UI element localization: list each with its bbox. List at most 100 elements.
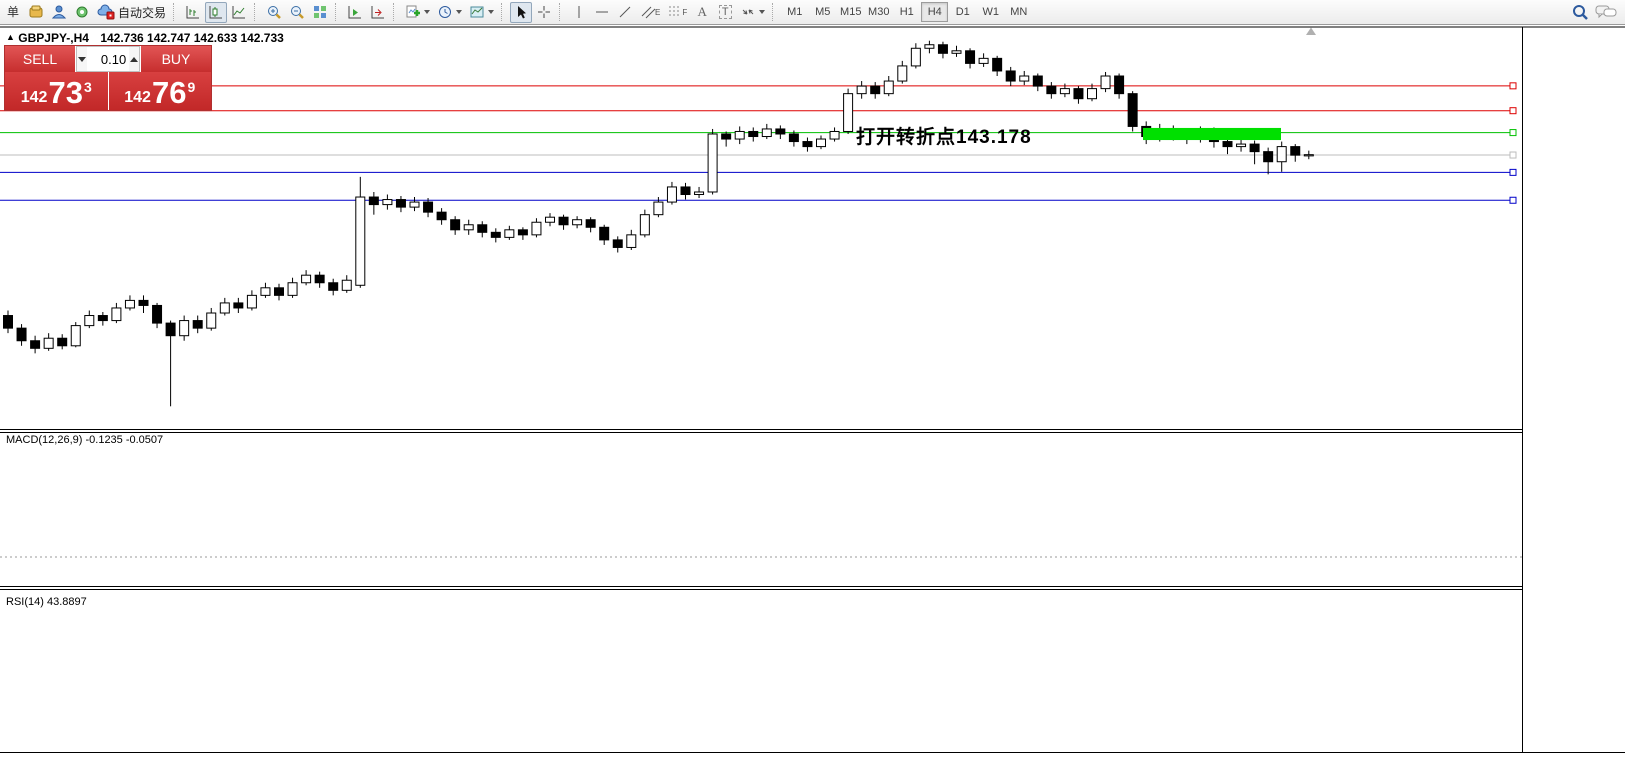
line-handle: [1510, 108, 1516, 114]
volume-increase-button[interactable]: [129, 47, 139, 71]
channel-sub-label: E: [655, 8, 660, 17]
tf-m5-button[interactable]: M5: [809, 2, 836, 22]
volume-input[interactable]: [87, 47, 129, 71]
auto-scroll-icon: [347, 4, 363, 20]
crosshair-tool-button[interactable]: [533, 2, 555, 23]
signals-icon: [74, 4, 90, 20]
buy-price-pip: 9: [187, 80, 195, 94]
vertical-line-tool[interactable]: [568, 2, 590, 23]
indicators-button[interactable]: [402, 2, 433, 23]
buy-price-button[interactable]: 142 76 9: [109, 72, 212, 110]
arrows-tool[interactable]: [737, 2, 768, 23]
symbol-marker-icon: ▲: [6, 32, 15, 42]
templates-icon: [469, 4, 485, 20]
auto-scroll-button[interactable]: [344, 2, 366, 23]
chart-annotation-text[interactable]: 打开转折点143.178: [856, 122, 1032, 149]
volume-decrease-button[interactable]: [77, 47, 87, 71]
sell-price-big: 73: [48, 77, 82, 108]
periods-button[interactable]: [434, 2, 465, 23]
highlight-zone: [1143, 128, 1281, 140]
journal-icon[interactable]: [25, 2, 47, 23]
tf-m30-button[interactable]: M30: [865, 2, 892, 22]
tile-windows-icon: [312, 4, 328, 20]
text-tool-icon: A: [698, 4, 707, 20]
line-handle: [1510, 169, 1516, 175]
dropdown-arrow-icon: [759, 10, 765, 14]
buy-button[interactable]: BUY: [141, 46, 211, 72]
zoom-out-button[interactable]: [286, 2, 308, 23]
toolbar-separator: [335, 3, 340, 21]
autotrading-cloud-icon: [97, 4, 115, 20]
macd-values: -0.1235 -0.0507: [85, 434, 163, 446]
chart-title: ▲ GBPJPY-,H4 142.736 142.747 142.633 142…: [6, 31, 284, 45]
fibonacci-tool[interactable]: F: [664, 2, 690, 23]
bar-chart-button[interactable]: [182, 2, 204, 23]
chart-shift-marker-icon: [1306, 28, 1316, 36]
sell-price-prefix: 142: [21, 90, 48, 106]
buy-price-big: 76: [152, 77, 186, 108]
toolbar-separator: [501, 3, 506, 21]
sell-button[interactable]: SELL: [5, 46, 75, 72]
text-tool[interactable]: A: [691, 2, 713, 23]
trendline-icon: [617, 4, 633, 20]
toolbar-separator: [173, 3, 178, 21]
zoom-in-button[interactable]: [263, 2, 285, 23]
line-chart-button[interactable]: [228, 2, 250, 23]
arrows-icon: [740, 4, 756, 20]
sell-price-button[interactable]: 142 73 3: [5, 72, 108, 110]
journal-icon: [28, 4, 44, 20]
horizontal-line-tool[interactable]: [591, 2, 613, 23]
tf-h4-button[interactable]: H4: [921, 2, 948, 22]
clock-icon: [437, 4, 453, 20]
zoom-in-icon: [266, 4, 282, 20]
chart-canvas[interactable]: [0, 26, 1625, 767]
line-chart-icon: [231, 4, 247, 20]
channel-tool[interactable]: E: [637, 2, 663, 23]
profile-icon-button[interactable]: [48, 2, 70, 23]
volume-stepper: [76, 46, 140, 72]
rsi-name: RSI(14): [6, 596, 44, 608]
line-handle: [1510, 83, 1516, 89]
vertical-line-icon: [572, 4, 586, 20]
templates-button[interactable]: [466, 2, 497, 23]
chat-icon[interactable]: [1595, 3, 1617, 21]
tile-windows-button[interactable]: [309, 2, 331, 23]
autotrading-button[interactable]: 自动交易: [94, 2, 169, 23]
tf-m1-button[interactable]: M1: [781, 2, 808, 22]
autotrading-label: 自动交易: [118, 4, 166, 21]
text-label-tool[interactable]: T: [714, 2, 736, 23]
ohlc-readout: 142.736 142.747 142.633 142.733: [100, 31, 284, 45]
tf-w1-button[interactable]: W1: [977, 2, 1004, 22]
tf-d1-button[interactable]: D1: [949, 2, 976, 22]
text-label-icon: T: [719, 5, 732, 19]
search-icon[interactable]: [1571, 3, 1589, 21]
chart-shift-icon: [370, 4, 386, 20]
candlestick-chart-icon: [208, 4, 224, 20]
tf-m15-button[interactable]: M15: [837, 2, 864, 22]
toolbar-separator: [393, 3, 398, 21]
one-click-trading-panel: SELL BUY 142 73 3 142 76 9: [4, 45, 212, 111]
tf-h1-button[interactable]: H1: [893, 2, 920, 22]
dropdown-arrow-icon: [488, 10, 494, 14]
cursor-tool-button[interactable]: [510, 2, 532, 23]
trendline-tool[interactable]: [614, 2, 636, 23]
tf-mn-button[interactable]: MN: [1005, 2, 1032, 22]
toolbar-separator: [559, 3, 564, 21]
symbol-period-label: GBPJPY-,H4: [18, 31, 89, 45]
triangle-up-icon: [130, 57, 138, 62]
candlestick-chart-button[interactable]: [205, 2, 227, 23]
horizontal-line-icon: [594, 5, 610, 19]
chart-shift-button[interactable]: [367, 2, 389, 23]
fibo-sub-label: F: [682, 8, 687, 17]
new-order-label: 单: [7, 6, 19, 18]
rsi-value: 43.8897: [47, 596, 87, 608]
line-handle: [1510, 152, 1516, 158]
line-handle: [1510, 197, 1516, 203]
dropdown-arrow-icon: [424, 10, 430, 14]
dropdown-arrow-icon: [456, 10, 462, 14]
signals-button[interactable]: [71, 2, 93, 23]
buy-price-prefix: 142: [124, 90, 151, 106]
crosshair-icon: [536, 4, 552, 20]
new-order-button[interactable]: 单: [2, 2, 24, 23]
main-toolbar: 单 自动交易: [0, 0, 1625, 25]
